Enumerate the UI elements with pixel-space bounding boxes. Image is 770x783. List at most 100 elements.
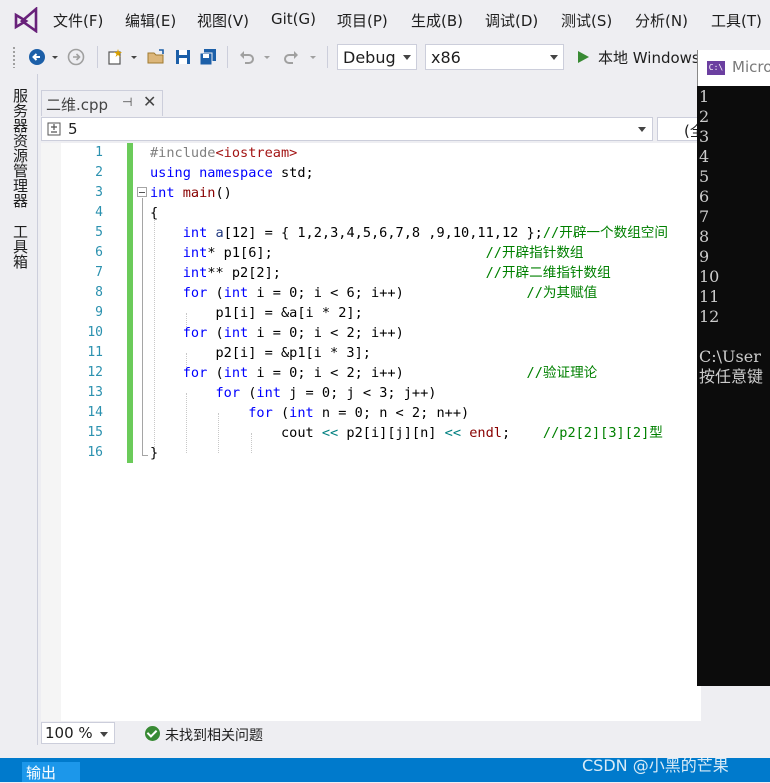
new-project-icon[interactable]	[106, 47, 126, 67]
code-line[interactable]: using namespace std;	[150, 163, 314, 183]
console-output-line: 11	[699, 287, 720, 306]
menu-item[interactable]: 项目(P)	[337, 10, 388, 31]
menu-item[interactable]: 调试(D)	[485, 10, 538, 31]
zoom-select[interactable]: 100 %	[41, 722, 115, 744]
code-token: <<	[321, 425, 339, 441]
code-token: for	[182, 325, 208, 341]
code-line[interactable]: {	[150, 203, 158, 223]
menu-item[interactable]: 分析(N)	[635, 10, 688, 31]
code-line[interactable]: int a[12] = { 1,2,3,4,5,6,7,8 ,9,10,11,1…	[150, 223, 668, 243]
console-titlebar[interactable]: C:\ Micro	[697, 50, 770, 86]
solution-configuration-select[interactable]: Debug	[337, 44, 417, 70]
code-token: (	[240, 385, 257, 401]
line-number: 13	[87, 385, 103, 400]
output-tab[interactable]: 输出	[22, 762, 80, 782]
code-line[interactable]: for (int i = 0; i < 6; i++) //为其赋值	[150, 283, 598, 303]
start-debugging-play-icon[interactable]	[573, 47, 593, 67]
menu-item[interactable]: 测试(S)	[561, 10, 612, 31]
start-debugging-button[interactable]: 本地 Windows	[598, 47, 700, 68]
code-token: j = 0; j < 3; j++)	[280, 385, 437, 401]
toolbar-separator	[327, 46, 328, 68]
change-tracking-bar	[127, 143, 133, 463]
code-token: i = 0; i < 2; i++)	[248, 365, 404, 381]
line-number: 9	[95, 305, 103, 320]
navigate-back-dropdown-icon[interactable]	[50, 47, 60, 67]
navigate-back-icon[interactable]	[27, 47, 47, 67]
code-token: }	[150, 445, 159, 461]
undo-dropdown-icon[interactable]	[262, 47, 272, 67]
redo-icon[interactable]	[281, 47, 301, 67]
code-token: p1[i] = &a[i * 2];	[150, 305, 363, 321]
code-token: p2[i] = &p1[i * 3];	[150, 345, 371, 361]
code-line[interactable]: for (int i = 0; i < 2; i++)	[150, 323, 404, 343]
code-token: [12] = { 1,2,3,4,5,6,7,8 ,9,10,11,12 };	[223, 225, 543, 241]
code-line[interactable]: int** p2[2]; //开辟二维指针数组	[150, 263, 611, 283]
scope-icon	[47, 122, 61, 136]
solution-platform-select[interactable]: x86	[425, 44, 564, 70]
code-line[interactable]: for (int n = 0; n < 2; n++)	[150, 403, 469, 423]
code-token: {	[150, 205, 159, 221]
console-output-line: 2	[699, 107, 710, 126]
issues-status[interactable]: 未找到相关问题	[165, 725, 263, 745]
menu-item[interactable]: 生成(B)	[411, 10, 463, 31]
line-number: 16	[87, 445, 103, 460]
server-explorer-tab[interactable]: 服务器资源管理器	[10, 88, 29, 208]
code-token: endl	[469, 425, 502, 441]
redo-dropdown-icon[interactable]	[308, 47, 318, 67]
menu-item[interactable]: 文件(F)	[53, 10, 103, 31]
code-line[interactable]: #include<iostream>	[150, 143, 297, 163]
outline-line	[142, 198, 143, 455]
menu-item[interactable]: 编辑(E)	[125, 10, 176, 31]
code-line[interactable]: }	[150, 443, 158, 463]
menu-item[interactable]: 工具(T)	[711, 10, 762, 31]
no-issues-check-icon	[145, 726, 160, 741]
code-line[interactable]: for (int j = 0; j < 3; j++)	[150, 383, 436, 403]
save-icon[interactable]	[173, 47, 193, 67]
chevron-down-icon	[100, 732, 108, 737]
line-number: 2	[95, 165, 103, 180]
close-icon[interactable]: ✕	[143, 92, 156, 111]
code-editor[interactable]: 1 2 3 4 5 6 7 8 9 10 11 12 13 14 15 16 #include<iostrea…	[41, 143, 701, 721]
save-all-icon[interactable]	[198, 47, 218, 67]
console-output-line: 10	[699, 267, 720, 286]
document-tab[interactable]: 二维.cpp ⊣ ✕	[41, 90, 163, 116]
menu-item[interactable]: 视图(V)	[197, 10, 249, 31]
code-line[interactable]: for (int i = 0; i < 2; i++) //验证理论	[150, 363, 598, 383]
code-line[interactable]: int main()	[150, 183, 232, 203]
solution-platform-value: x86	[431, 48, 461, 67]
new-project-dropdown-icon[interactable]	[129, 47, 139, 67]
scope-select[interactable]: 5	[41, 117, 653, 141]
console-output-line: 6	[699, 187, 710, 206]
toolbox-tab[interactable]: 工具箱	[10, 224, 29, 269]
code-line[interactable]: int* p1[6]; //开辟指针数组	[150, 243, 584, 263]
code-line[interactable]: p2[i] = &p1[i * 3];	[150, 343, 371, 363]
code-token: //p2[2][3][2]型	[542, 425, 663, 441]
toolbar-grip-icon[interactable]	[12, 46, 16, 68]
menu-bar: 文件(F) 编辑(E) 视图(V) Git(G) 项目(P) 生成(B) 调试(D) 测试(S…	[0, 0, 770, 40]
code-token: (	[207, 285, 224, 301]
undo-icon[interactable]	[237, 47, 257, 67]
code-token: //开辟一个数组空间	[542, 225, 668, 241]
collapse-outline-icon[interactable]	[137, 187, 147, 197]
open-file-icon[interactable]	[146, 47, 166, 67]
console-output-line: C:\User	[699, 347, 761, 366]
pin-icon[interactable]: ⊣	[122, 95, 132, 109]
left-tool-window-strip: 服务器资源管理器 工具箱	[0, 74, 38, 764]
console-output-line: 9	[699, 247, 710, 266]
watermark: CSDN @小黑的芒果	[582, 756, 729, 775]
code-token: std;	[272, 165, 314, 181]
console-window[interactable]: C:\ Micro 1 2 3 4 5 6 7 8 9 10 11 12 C:\User 按任意键	[697, 50, 770, 686]
menu-item[interactable]: Git(G)	[271, 10, 316, 28]
code-token: int	[182, 265, 208, 281]
visual-studio-logo-icon[interactable]	[12, 7, 40, 33]
chevron-down-icon	[403, 55, 411, 60]
code-token: p2[i][j][n]	[338, 425, 445, 441]
code-line[interactable]: cout << p2[i][j][n] << endl; //p2[2][3][…	[150, 423, 663, 443]
line-number: 15	[87, 425, 103, 440]
code-token: i = 0; i < 2; i++)	[248, 325, 404, 341]
code-line[interactable]: p1[i] = &a[i * 2];	[150, 303, 363, 323]
navigate-forward-icon[interactable]	[66, 47, 86, 67]
line-number: 14	[87, 405, 103, 420]
